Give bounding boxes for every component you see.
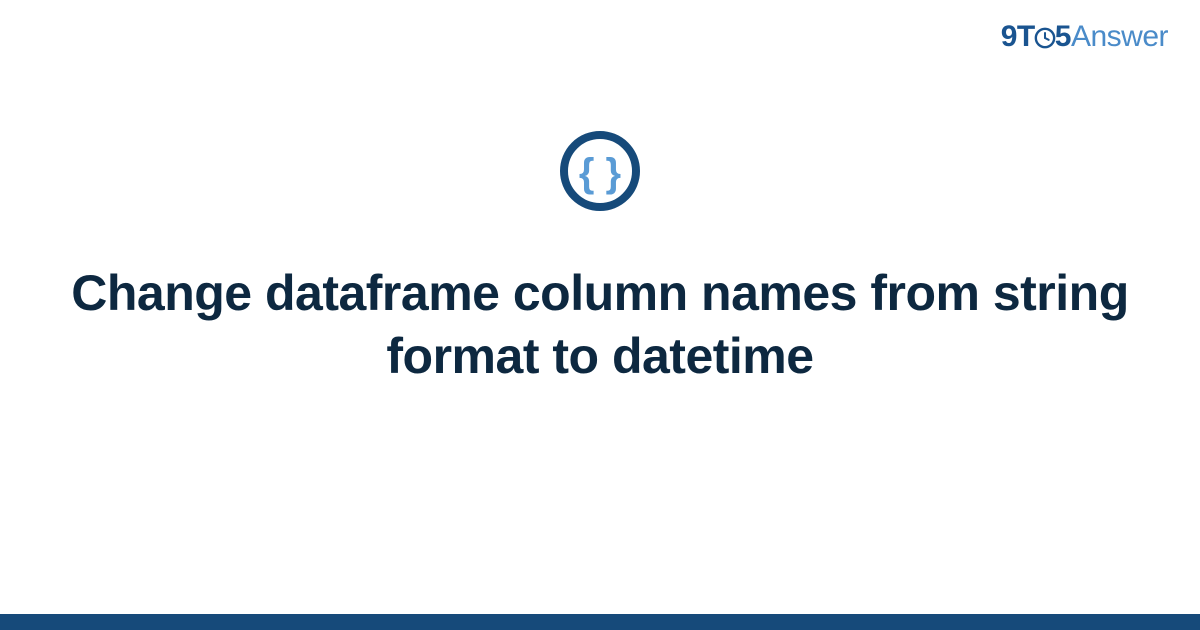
code-braces-icon: { } xyxy=(559,130,641,212)
brand-suffix: Answer xyxy=(1071,20,1168,53)
brand-logo[interactable]: 9T 5Answer xyxy=(1001,20,1168,54)
svg-text:{ }: { } xyxy=(579,151,621,195)
brand-prefix: 9T xyxy=(1001,20,1035,53)
braces-badge-svg: { } xyxy=(559,130,641,212)
clock-icon xyxy=(1034,27,1056,49)
brand-five: 5 xyxy=(1055,20,1071,53)
page-title: Change dataframe column names from strin… xyxy=(0,262,1200,387)
brand-clock-o xyxy=(1035,20,1055,54)
bottom-accent-bar xyxy=(0,614,1200,630)
